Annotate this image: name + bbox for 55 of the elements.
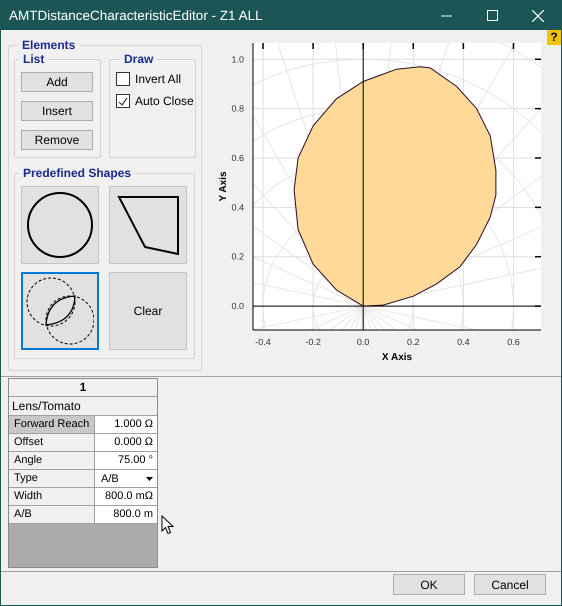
property-value[interactable]: 800.0 mΩ [95,488,157,505]
group-title: Predefined Shapes [22,166,132,180]
help-button[interactable]: ? [547,30,561,45]
cursor-icon [161,515,174,535]
circle-icon [26,191,94,259]
dialog-button[interactable]: Cancel [474,574,546,595]
property-value[interactable]: 800.0 m [95,506,157,523]
x-tick-label: -0.2 [305,337,321,347]
property-name[interactable]: Angle [9,452,95,469]
y-tick-label: 0.6 [231,153,244,163]
column-header: 1 [9,379,157,397]
property-dropdown[interactable]: A/B [95,470,157,487]
checkbox-label: Auto Close [135,94,194,108]
caret-icon [146,476,153,480]
quadrilateral-icon [117,195,179,255]
x-tick-label: 0.0 [356,337,370,347]
category-row: Lens/Tomato [9,397,157,416]
property-value[interactable]: 75.00 ° [95,452,157,469]
close-icon [532,10,544,22]
clear-button[interactable]: Clear [109,272,187,350]
list-button[interactable]: Remove [21,130,93,150]
checkbox[interactable] [116,94,130,108]
y-tick-label: 0.4 [231,202,244,212]
checkbox[interactable] [116,72,130,86]
property-name[interactable]: Type [9,470,95,487]
property-value[interactable]: 0.000 Ω [95,434,157,451]
property-name[interactable]: Offset [9,434,95,451]
y-tick-label: 1.0 [231,54,244,64]
y-tick-label: 0.8 [231,104,244,114]
dialog-button[interactable]: OK [393,574,465,595]
minimize-icon [440,14,452,16]
group-title: Elements [21,38,76,52]
list-button[interactable]: Add [21,72,93,92]
property-name[interactable]: A/B [9,506,95,523]
property-value[interactable]: 1.000 Ω [95,416,157,433]
property-name[interactable]: Forward Reach [9,416,95,433]
x-axis-title: X Axis [382,352,412,363]
y-axis-title: Y Axis [218,171,229,202]
x-tick-label: 0.2 [407,337,420,347]
window-title: AMTDistanceCharacteristicEditor - Z1 ALL [9,8,264,23]
x-tick-label: 0.4 [457,337,470,347]
maximize-icon [486,10,498,21]
group-title: Draw [123,52,154,66]
x-tick-label: 0.6 [507,337,520,347]
x-tick-label: -0.4 [255,337,271,347]
lens-icon [26,276,94,346]
group-title: List [22,52,46,66]
shape-button[interactable] [109,186,187,264]
property-name[interactable]: Width [9,488,95,505]
y-tick-label: 0.2 [231,252,244,262]
y-tick-label: 0.0 [231,301,244,312]
shape-button[interactable] [21,272,99,350]
shape-button[interactable] [21,186,99,264]
checkbox-label: Invert All [135,72,182,86]
list-button[interactable]: Insert [21,101,93,121]
